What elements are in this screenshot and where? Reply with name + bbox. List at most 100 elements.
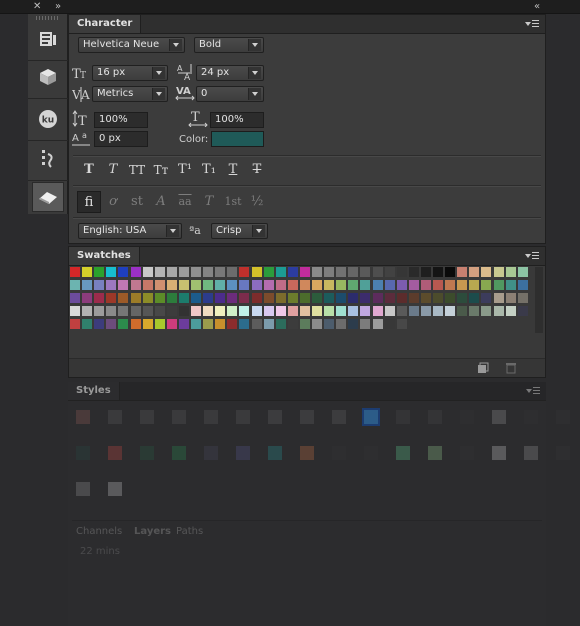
swatch[interactable] xyxy=(142,319,153,329)
swatch[interactable] xyxy=(445,306,456,316)
swatch[interactable] xyxy=(239,319,250,329)
swatch[interactable] xyxy=(433,293,443,303)
ordinals-button[interactable]: 1st xyxy=(221,191,245,213)
style-preset[interactable] xyxy=(236,410,250,424)
swatch[interactable] xyxy=(396,319,407,329)
swatch[interactable] xyxy=(372,280,383,290)
all-caps-button[interactable]: TT xyxy=(125,159,149,181)
kuler-panel-button[interactable]: ku xyxy=(32,104,64,134)
antialias-dropdown[interactable]: Crisp xyxy=(211,223,268,239)
swatch[interactable] xyxy=(396,280,407,290)
font-style-dropdown[interactable]: Bold xyxy=(194,37,264,53)
tab-channels[interactable]: Channels xyxy=(76,526,122,537)
swatch[interactable] xyxy=(384,267,395,277)
timeline-panel-button[interactable] xyxy=(32,144,64,174)
swatch[interactable] xyxy=(275,293,286,303)
style-preset[interactable] xyxy=(204,410,218,424)
swatch[interactable] xyxy=(130,267,141,277)
swatch[interactable] xyxy=(154,319,165,329)
swatch[interactable] xyxy=(336,280,347,290)
swatch[interactable] xyxy=(178,293,189,303)
swatch[interactable] xyxy=(360,280,371,290)
swatch[interactable] xyxy=(372,306,383,316)
swatch[interactable] xyxy=(227,293,238,303)
swatch[interactable] xyxy=(142,280,153,290)
style-preset[interactable] xyxy=(172,446,186,460)
style-preset[interactable] xyxy=(300,446,314,460)
style-preset[interactable] xyxy=(396,446,410,460)
swatch[interactable] xyxy=(457,267,468,277)
swatch[interactable] xyxy=(251,280,262,290)
underline-button[interactable]: T xyxy=(221,159,245,181)
clone-source-panel-button[interactable] xyxy=(32,182,64,212)
strip-grip-handle[interactable] xyxy=(36,16,60,20)
tab-character[interactable]: Character xyxy=(69,15,142,33)
swatch[interactable] xyxy=(457,293,468,303)
horizontal-scale-field[interactable]: 100% xyxy=(210,112,264,128)
swatch[interactable] xyxy=(154,293,165,303)
style-preset[interactable] xyxy=(524,410,538,424)
swatch[interactable] xyxy=(166,306,177,316)
style-preset[interactable] xyxy=(76,482,90,496)
swatch[interactable] xyxy=(360,306,371,316)
tab-styles[interactable]: Styles xyxy=(68,382,120,400)
swatch[interactable] xyxy=(372,267,383,277)
tab-swatches[interactable]: Swatches xyxy=(69,247,140,265)
style-preset[interactable] xyxy=(140,446,154,460)
swatch[interactable] xyxy=(70,280,80,290)
swatch[interactable] xyxy=(178,319,189,329)
swatch[interactable] xyxy=(239,306,250,316)
style-preset[interactable] xyxy=(332,410,346,424)
fractions-button[interactable]: ½ xyxy=(245,191,269,213)
swatch[interactable] xyxy=(251,319,262,329)
swatch[interactable] xyxy=(336,293,347,303)
swatch[interactable] xyxy=(154,280,165,290)
expand-panels-icon[interactable]: » xyxy=(55,1,61,13)
small-caps-button[interactable]: Tт xyxy=(149,159,173,181)
swatch[interactable] xyxy=(70,267,80,277)
style-preset[interactable] xyxy=(172,410,186,424)
swatch[interactable] xyxy=(324,280,335,290)
swatch[interactable] xyxy=(118,319,129,329)
style-preset[interactable] xyxy=(428,410,442,424)
swatch[interactable] xyxy=(178,306,189,316)
swatch[interactable] xyxy=(251,267,262,277)
swatch[interactable] xyxy=(481,280,492,290)
swatch[interactable] xyxy=(517,293,528,303)
swatch[interactable] xyxy=(94,267,105,277)
text-color-swatch[interactable] xyxy=(211,131,264,147)
swatch[interactable] xyxy=(493,306,504,316)
swatch[interactable] xyxy=(82,267,93,277)
swatch[interactable] xyxy=(166,293,177,303)
swatch[interactable] xyxy=(372,319,383,329)
swatch[interactable] xyxy=(178,267,189,277)
swatch[interactable] xyxy=(348,293,359,303)
swatch[interactable] xyxy=(118,293,129,303)
swatch[interactable] xyxy=(469,293,480,303)
swatch[interactable] xyxy=(70,319,80,329)
swatch[interactable] xyxy=(312,267,322,277)
swatch[interactable] xyxy=(287,319,298,329)
swatch[interactable] xyxy=(118,267,129,277)
swatch[interactable] xyxy=(287,280,298,290)
swatch[interactable] xyxy=(420,280,431,290)
swatch[interactable] xyxy=(433,267,443,277)
swatch[interactable] xyxy=(191,280,201,290)
language-dropdown[interactable]: English: USA xyxy=(78,223,182,239)
swatch[interactable] xyxy=(263,319,274,329)
swatch[interactable] xyxy=(142,293,153,303)
panel-menu-icon[interactable] xyxy=(525,19,539,29)
swatch[interactable] xyxy=(275,280,286,290)
style-preset[interactable] xyxy=(76,446,90,460)
swatch[interactable] xyxy=(251,306,262,316)
tab-paths[interactable]: Paths xyxy=(176,526,203,537)
panel-menu-icon[interactable] xyxy=(526,386,540,396)
swatch[interactable] xyxy=(312,306,322,316)
tab-layers[interactable]: Layers xyxy=(134,526,171,537)
swatch[interactable] xyxy=(191,319,201,329)
swatch[interactable] xyxy=(227,267,238,277)
style-preset[interactable] xyxy=(332,446,346,460)
swatch[interactable] xyxy=(481,267,492,277)
swatch[interactable] xyxy=(94,306,105,316)
swatch[interactable] xyxy=(336,306,347,316)
